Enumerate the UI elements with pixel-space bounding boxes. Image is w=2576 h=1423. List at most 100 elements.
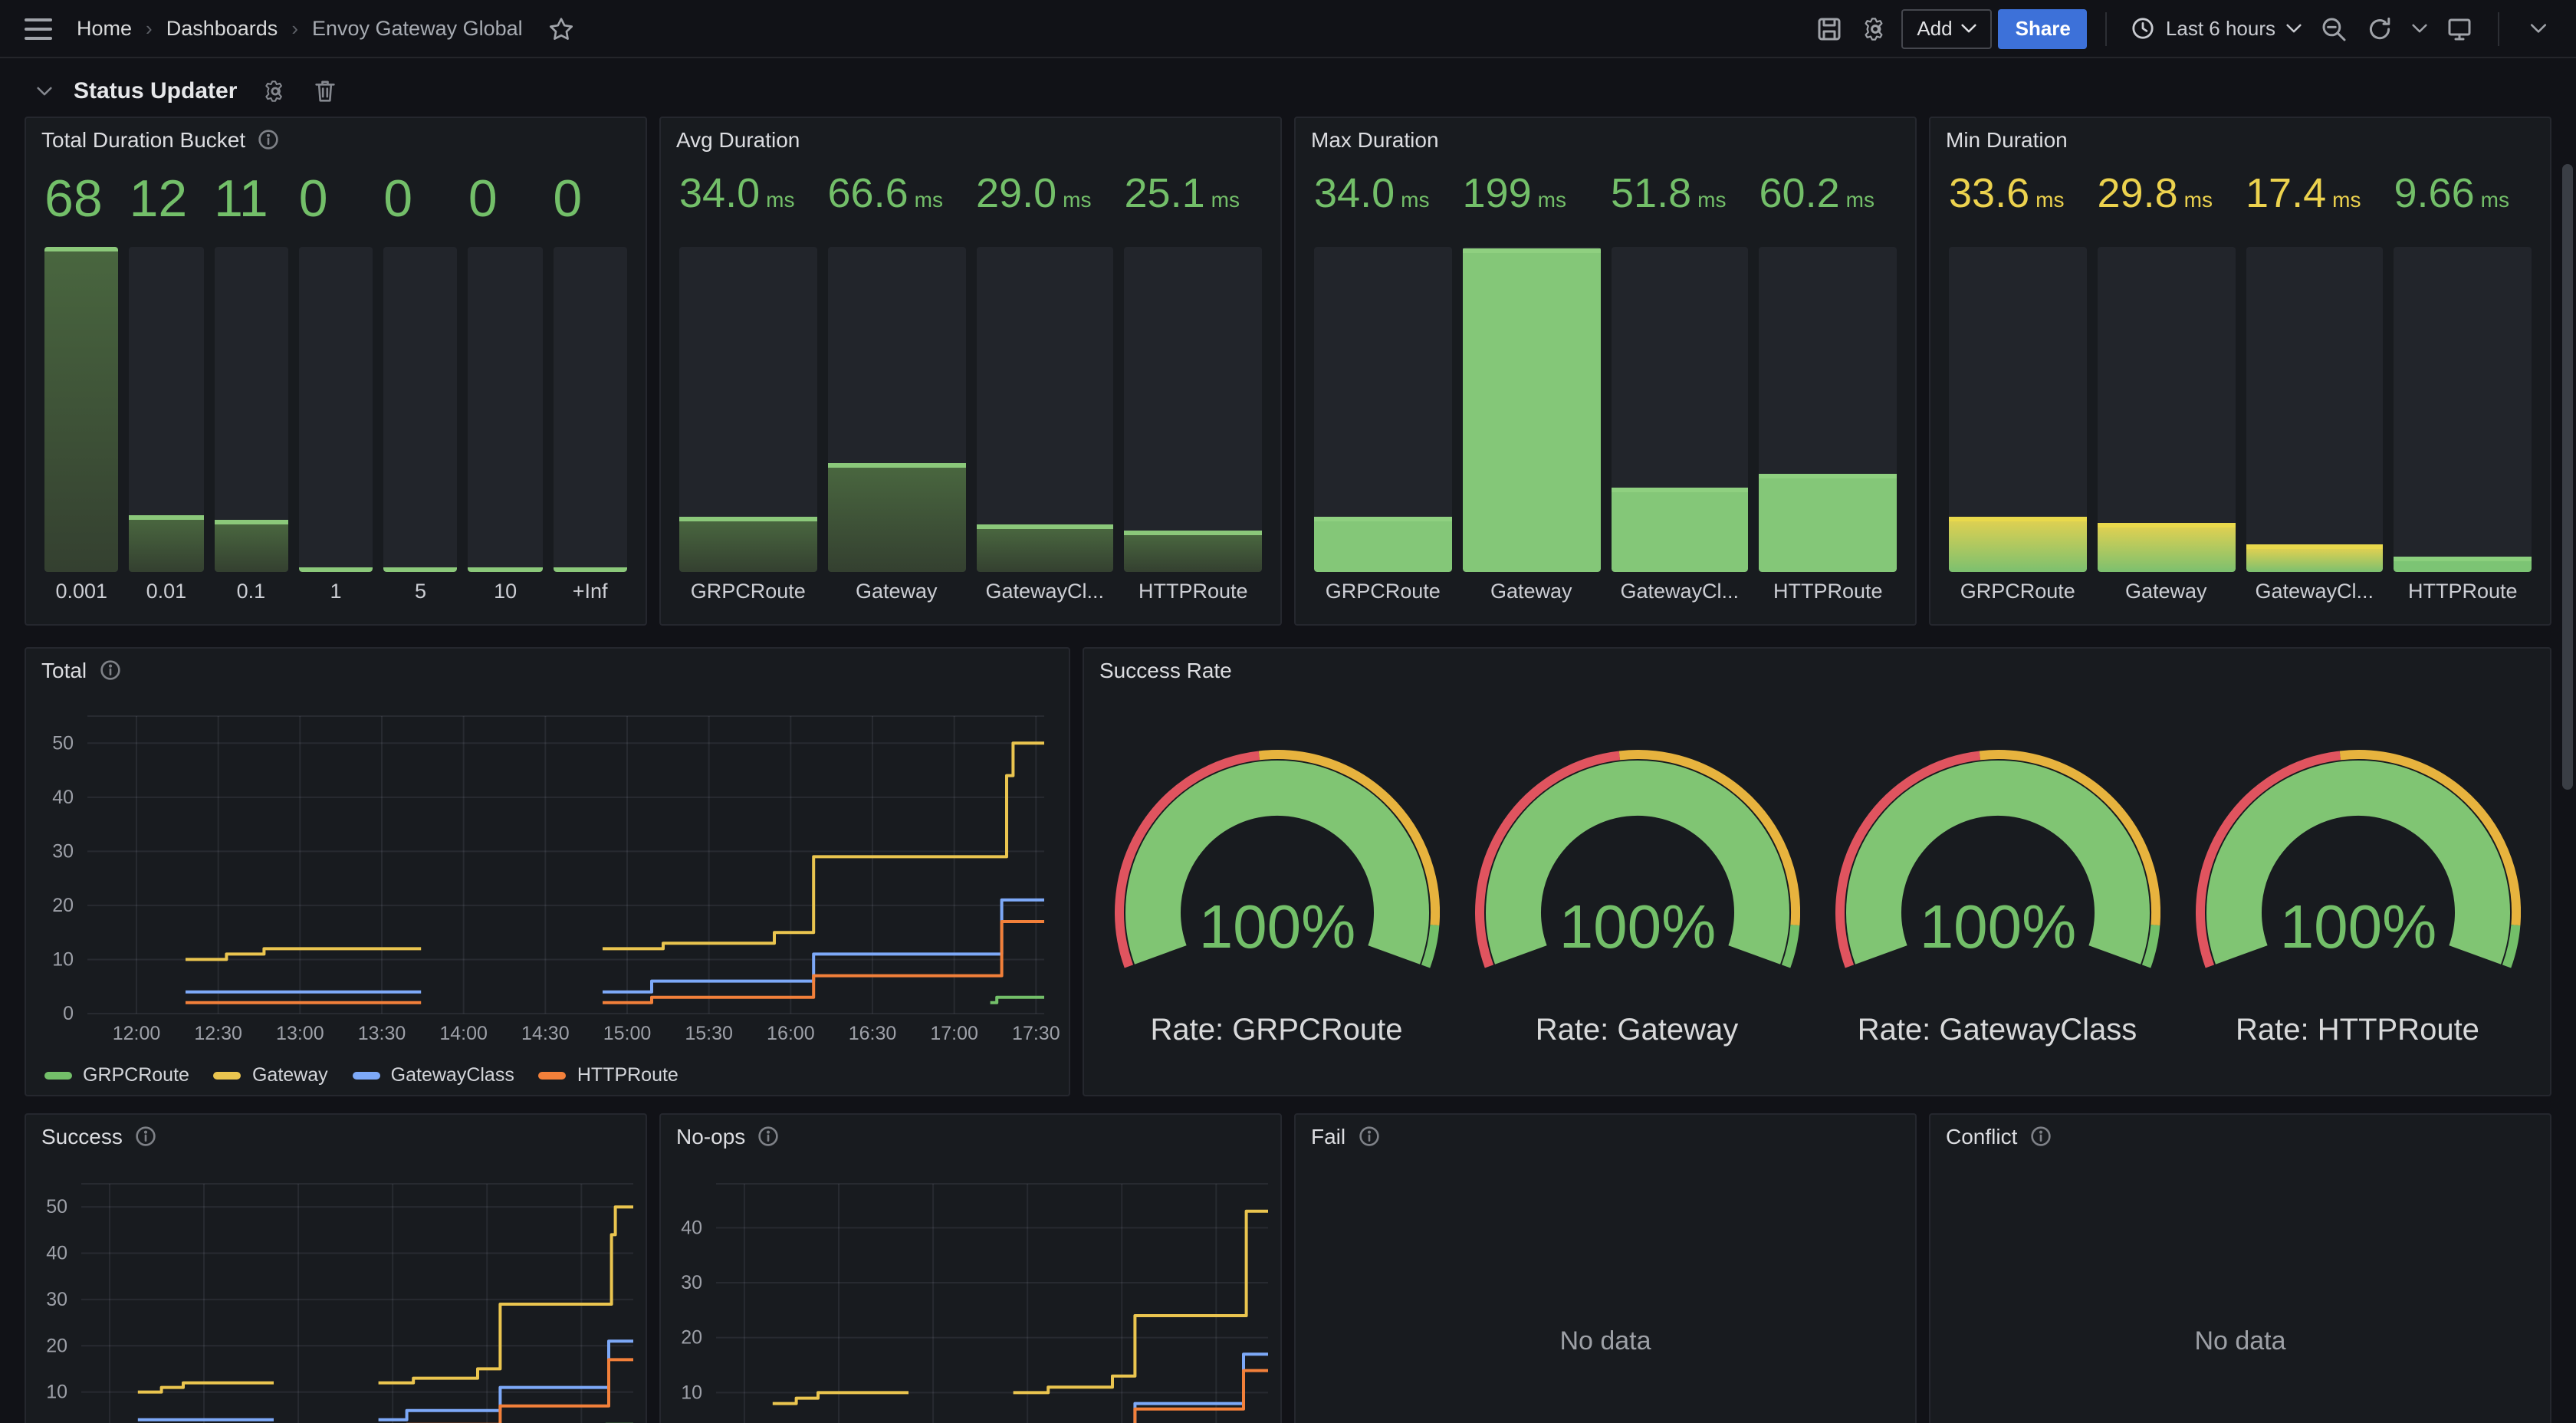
row-title[interactable]: Status Updater	[74, 77, 237, 104]
row-delete-trash-icon[interactable]	[304, 71, 344, 110]
bar-value: 34.0ms	[1314, 170, 1452, 247]
gauge-arc: 100%	[1474, 744, 1799, 977]
favorite-star-icon[interactable]	[541, 8, 581, 48]
bar-label: Gateway	[828, 572, 966, 612]
info-icon[interactable]	[757, 1126, 779, 1147]
panel-noops: No-ops 12:0013:0014:0015:0016:0017:00102…	[659, 1113, 1282, 1423]
collapse-nav-chevron[interactable]	[2518, 8, 2558, 48]
bar-label: GatewayCl...	[1611, 572, 1749, 612]
refresh-icon[interactable]	[2360, 8, 2400, 48]
svg-text:0: 0	[63, 1003, 74, 1024]
bar-value: 34.0ms	[679, 170, 817, 247]
bar-value: 66.6ms	[828, 170, 966, 247]
chevron-down-icon	[1962, 23, 1977, 34]
svg-text:17:30: 17:30	[1012, 1023, 1060, 1044]
add-button-label: Add	[1917, 17, 1952, 40]
svg-text:13:00: 13:00	[276, 1023, 324, 1044]
breadcrumb-separator: ›	[146, 17, 153, 40]
bar-fill	[553, 567, 627, 572]
panel-title: Success Rate	[1099, 658, 1232, 682]
bar-track	[130, 247, 204, 572]
bar-fill	[299, 567, 373, 572]
refresh-interval-dropdown[interactable]	[2406, 8, 2433, 48]
bar-label: HTTPRoute	[1125, 572, 1263, 612]
bar-label: Gateway	[1463, 572, 1601, 612]
success-rate-gauges: 100%Rate: GRPCRoute100%Rate: Gateway100%…	[1096, 692, 2538, 1095]
row-settings-gear-icon[interactable]	[255, 71, 295, 110]
bar-value: 29.0ms	[976, 170, 1114, 247]
bar-fill	[2246, 544, 2384, 572]
bar-fill	[1314, 517, 1452, 572]
svg-text:15:00: 15:00	[603, 1023, 652, 1044]
bar-10: 010	[468, 170, 543, 612]
bar-label: GRPCRoute	[1314, 572, 1452, 612]
gauge-label: Rate: HTTPRoute	[2236, 1014, 2479, 1049]
clock-icon	[2132, 17, 2155, 40]
bar-track	[2098, 247, 2236, 572]
bar-0.01: 120.01	[130, 170, 204, 612]
add-button[interactable]: Add	[1901, 8, 1992, 48]
avg-bar-gauge: 34.0msGRPCRoute66.6ms Gateway29.0ms Gatewa…	[679, 170, 1262, 612]
success-chart-svg: 12:0013:0014:0015:0016:0017:000102030405…	[26, 1115, 646, 1423]
bar-fill	[976, 525, 1114, 572]
bar-track	[2246, 247, 2384, 572]
info-icon[interactable]	[258, 129, 279, 150]
breadcrumb: Home › Dashboards › Envoy Gateway Global	[77, 17, 523, 40]
bar-0.1: 110.1	[214, 170, 288, 612]
bottom-row: Success 12:0013:0014:0015:0016:0017:0001…	[25, 1113, 2551, 1423]
bar-label: 0.1	[214, 572, 288, 612]
save-dashboard-icon[interactable]	[1809, 8, 1849, 48]
hamburger-menu-icon[interactable]	[18, 8, 58, 48]
panel-avg-duration: Avg Duration 34.0msGRPCRoute66.6msGatewa…	[659, 117, 1282, 626]
bar-track	[1125, 247, 1263, 572]
legend-item-GatewayClass[interactable]: GatewayClass	[353, 1064, 514, 1086]
bar-track	[299, 247, 373, 572]
zoom-out-time-icon[interactable]	[2314, 8, 2354, 48]
svg-text:30: 30	[46, 1289, 67, 1310]
svg-text:20: 20	[46, 1335, 67, 1356]
bar-Gateway: 66.6ms Gateway	[828, 170, 966, 612]
bar-+Inf: 0+Inf	[553, 170, 627, 612]
bar-value: 51.8ms	[1611, 170, 1749, 247]
legend-item-HTTPRoute[interactable]: HTTPRoute	[539, 1064, 678, 1086]
time-range-picker[interactable]: Last 6 hours	[2126, 8, 2308, 48]
info-icon[interactable]	[99, 659, 120, 681]
bar-GRPCRoute: 34.0msGRPCRoute	[679, 170, 817, 612]
breadcrumb-separator: ›	[291, 17, 298, 40]
scrollbar-thumb[interactable]	[2562, 164, 2573, 790]
info-icon[interactable]	[135, 1126, 156, 1147]
breadcrumb-dashboards[interactable]: Dashboards	[166, 17, 278, 40]
svg-text:30: 30	[681, 1272, 702, 1293]
bar-value: 11	[214, 170, 288, 247]
bar-label: 1	[299, 572, 373, 612]
grafana-dashboard: Home › Dashboards › Envoy Gateway Global…	[0, 0, 2576, 1423]
tv-mode-icon[interactable]	[2440, 8, 2479, 48]
row-header: Status Updater	[25, 71, 2551, 110]
breadcrumb-home[interactable]: Home	[77, 17, 132, 40]
svg-text:13:30: 13:30	[358, 1023, 406, 1044]
bar-fill	[130, 514, 204, 572]
no-data-message: No data	[1296, 1158, 1915, 1423]
share-button[interactable]: Share	[1999, 8, 2088, 48]
bar-value: 60.2ms	[1760, 170, 1898, 247]
panel-max-duration: Max Duration 34.0msGRPCRoute199msGateway…	[1294, 117, 1917, 626]
bucket-bar-gauge: 680.001120.01110.101050100+Inf	[44, 170, 627, 612]
gauge-Rate: GRPCRoute: 100%Rate: GRPCRoute	[1096, 692, 1457, 1095]
info-icon[interactable]	[1358, 1126, 1379, 1147]
bar-GRPCRoute: 34.0ms GRPCRoute	[1314, 170, 1452, 612]
bar-label: 0.01	[130, 572, 204, 612]
row-collapse-chevron-icon[interactable]	[25, 71, 64, 110]
info-icon[interactable]	[2029, 1126, 2051, 1147]
dashboard-settings-icon[interactable]	[1855, 8, 1895, 48]
legend-item-GRPCRoute[interactable]: GRPCRoute	[44, 1064, 189, 1086]
nav-divider	[2106, 12, 2108, 45]
gauge-label: Rate: Gateway	[1536, 1014, 1739, 1049]
gauge-label: Rate: GRPCRoute	[1150, 1014, 1402, 1049]
svg-text:10: 10	[681, 1382, 702, 1403]
svg-text:17:00: 17:00	[930, 1023, 978, 1044]
legend-item-Gateway[interactable]: Gateway	[214, 1064, 328, 1086]
bar-value: 33.6ms	[1949, 170, 2087, 247]
bar-label: HTTPRoute	[1760, 572, 1898, 612]
max-bar-gauge: 34.0msGRPCRoute199msGateway51.8msGateway…	[1314, 170, 1897, 612]
bar-fill	[2098, 524, 2236, 572]
